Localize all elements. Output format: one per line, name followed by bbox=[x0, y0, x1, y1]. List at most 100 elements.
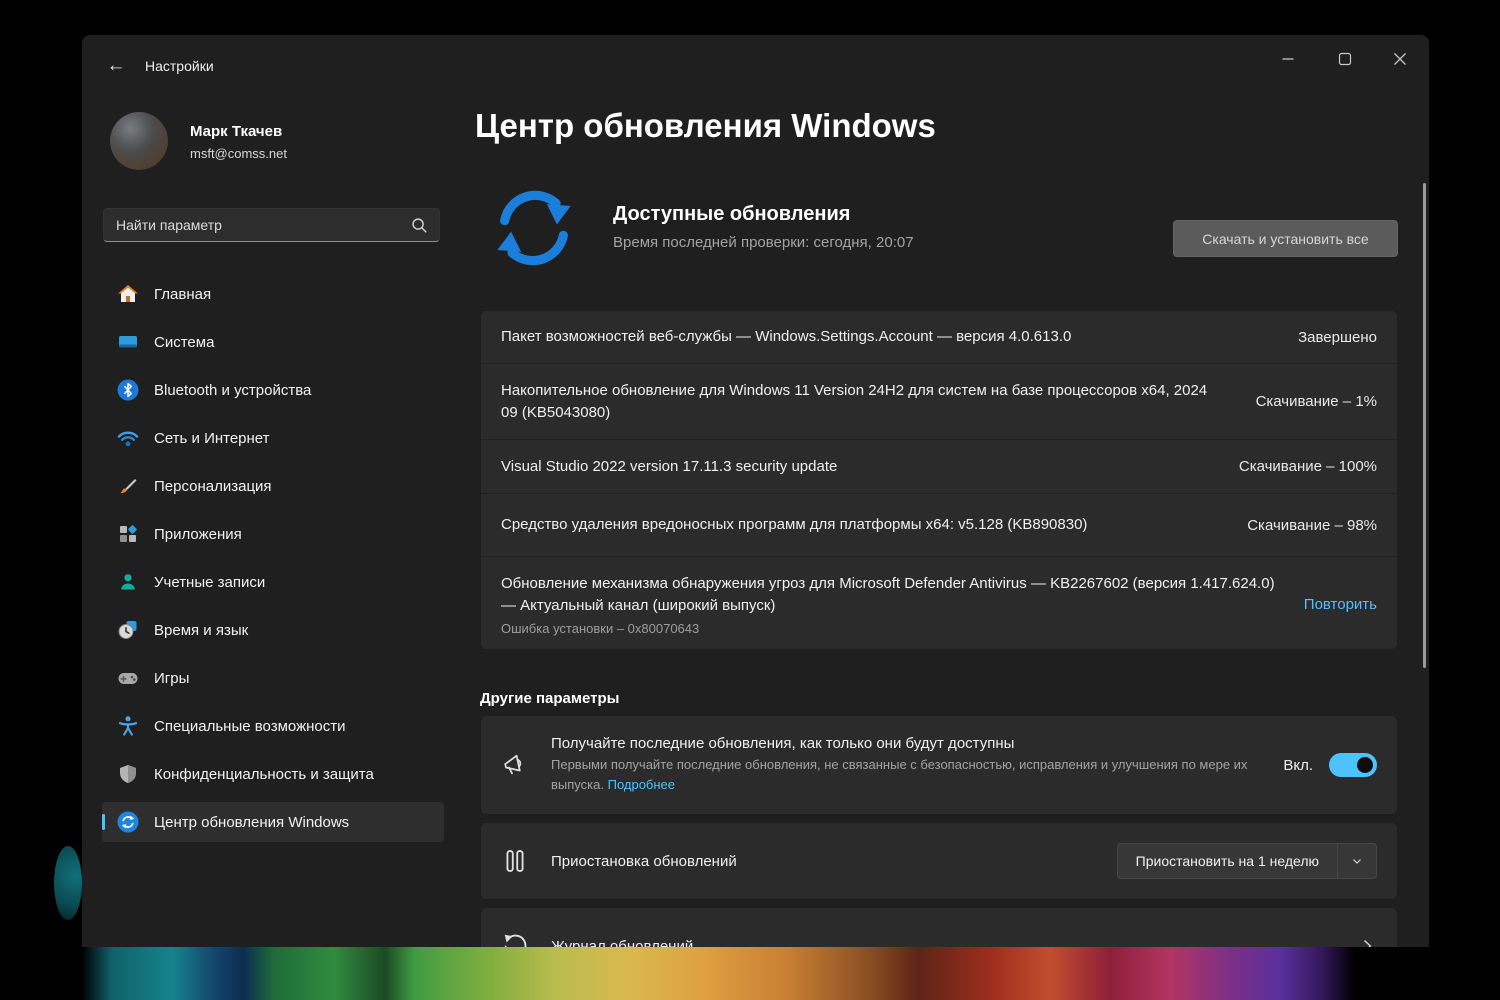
sidebar-item-label: Центр обновления Windows bbox=[154, 813, 350, 831]
updates-list: Пакет возможностей веб-службы — Windows.… bbox=[480, 310, 1398, 650]
sidebar-item-privacy[interactable]: Конфиденциальность и защита bbox=[102, 754, 444, 794]
pause-duration-label: Приостановить на 1 неделю bbox=[1135, 853, 1319, 869]
minimize-button[interactable] bbox=[1265, 41, 1311, 77]
chevron-down-icon bbox=[1353, 859, 1361, 864]
learn-more-link[interactable]: Подробнее bbox=[608, 777, 675, 792]
close-button[interactable] bbox=[1377, 41, 1423, 77]
back-button[interactable]: ← bbox=[100, 50, 132, 82]
update-row: Обновление механизма обнаружения угроз д… bbox=[481, 556, 1397, 649]
update-status: Завершено bbox=[1298, 328, 1377, 346]
minimize-icon bbox=[1282, 58, 1294, 60]
privacy-icon bbox=[120, 765, 136, 783]
update-row: Средство удаления вредоносных программ д… bbox=[481, 493, 1397, 556]
last-check-time: Время последней проверки: сегодня, 20:07 bbox=[613, 234, 914, 251]
page-title: Центр обновления Windows bbox=[475, 107, 936, 144]
toggle-knob bbox=[1357, 757, 1373, 773]
sidebar-item-windows-update[interactable]: Центр обновления Windows bbox=[102, 802, 444, 842]
update-history-row[interactable]: Журнал обновлений bbox=[480, 907, 1398, 947]
sidebar-item-home[interactable]: Главная bbox=[102, 274, 444, 314]
latest-updates-row: Получайте последние обновления, как толь… bbox=[480, 715, 1398, 815]
search-box bbox=[103, 208, 440, 242]
close-icon bbox=[1394, 53, 1406, 65]
sidebar-item-label: Конфиденциальность и защита bbox=[154, 765, 374, 783]
update-name: Средство удаления вредоносных программ д… bbox=[501, 516, 1088, 533]
maximize-icon bbox=[1338, 52, 1352, 66]
time-language-icon bbox=[118, 621, 137, 639]
system-icon bbox=[119, 336, 137, 348]
sidebar-item-bluetooth[interactable]: Bluetooth и устройства bbox=[102, 370, 444, 410]
apps-icon bbox=[120, 525, 137, 542]
gaming-icon bbox=[118, 673, 138, 684]
desktop: ← Настройки Марк Ткачев msft@comss.net Н… bbox=[0, 0, 1500, 1000]
search-icon bbox=[412, 218, 427, 233]
update-row: Visual Studio 2022 version 17.11.3 secur… bbox=[481, 439, 1397, 493]
maximize-button[interactable] bbox=[1322, 41, 1368, 77]
updates-available-title: Доступные обновления bbox=[613, 203, 851, 225]
update-name: Накопительное обновление для Windows 11 … bbox=[501, 381, 1208, 421]
accessibility-icon bbox=[118, 716, 138, 736]
retry-link[interactable]: Повторить bbox=[1304, 596, 1377, 613]
toggle-state-label: Вкл. bbox=[1283, 756, 1313, 774]
megaphone-icon bbox=[504, 754, 522, 775]
update-row: Пакет возможностей веб-службы — Windows.… bbox=[481, 311, 1397, 363]
sidebar-item-system[interactable]: Система bbox=[102, 322, 444, 362]
update-status: Скачивание – 1% bbox=[1255, 393, 1377, 410]
sidebar-item-gaming[interactable]: Игры bbox=[102, 658, 444, 698]
sidebar-item-label: Время и язык bbox=[154, 621, 249, 639]
update-error: Ошибка установки – 0x80070643 bbox=[501, 620, 700, 636]
pause-duration-button[interactable]: Приостановить на 1 неделю bbox=[1116, 843, 1377, 879]
pause-dropdown-segment[interactable] bbox=[1338, 854, 1376, 868]
latest-updates-text: Получайте последние обновления, как толь… bbox=[551, 735, 1256, 795]
update-name: Пакет возможностей веб-службы — Windows.… bbox=[501, 328, 1072, 345]
sidebar-item-label: Игры bbox=[154, 669, 190, 687]
latest-updates-description: Первыми получайте последние обновления, … bbox=[551, 757, 1248, 792]
sidebar-item-time-language[interactable]: Время и язык bbox=[102, 610, 444, 650]
user-name: Марк Ткачев bbox=[190, 123, 283, 140]
latest-updates-toggle[interactable] bbox=[1329, 753, 1377, 777]
pause-updates-row: Приостановка обновлений Приостановить на… bbox=[480, 822, 1398, 900]
chevron-right-icon bbox=[1363, 940, 1372, 947]
accounts-icon bbox=[121, 574, 135, 590]
sidebar-item-label: Bluetooth и устройства bbox=[154, 381, 312, 399]
home-icon bbox=[118, 285, 138, 302]
update-status: Скачивание – 100% bbox=[1238, 458, 1377, 475]
sidebar-item-accounts[interactable]: Учетные записи bbox=[102, 562, 444, 602]
desktop-wallpaper bbox=[82, 947, 1429, 1000]
update-info: Обновление механизма обнаружения угроз д… bbox=[501, 573, 1276, 636]
download-install-all-button[interactable]: Скачать и установить все bbox=[1173, 220, 1398, 257]
pause-icon bbox=[506, 850, 524, 872]
sidebar-item-accessibility[interactable]: Специальные возможности bbox=[102, 706, 444, 746]
sidebar-item-label: Главная bbox=[154, 285, 212, 303]
windows-update-icon bbox=[117, 811, 139, 833]
history-icon bbox=[504, 934, 527, 947]
update-name: Visual Studio 2022 version 17.11.3 secur… bbox=[501, 457, 838, 475]
wallpaper-sliver bbox=[54, 846, 82, 920]
sidebar-item-label: Учетные записи bbox=[154, 573, 266, 591]
sidebar-item-label: Специальные возможности bbox=[154, 717, 346, 735]
search-input[interactable] bbox=[104, 217, 409, 233]
pause-updates-title: Приостановка обновлений bbox=[551, 852, 737, 870]
update-name: Обновление механизма обнаружения угроз д… bbox=[501, 574, 1275, 614]
user-email: msft@comss.net bbox=[190, 146, 287, 161]
bluetooth-icon bbox=[117, 379, 139, 401]
scrollbar[interactable] bbox=[1423, 183, 1426, 668]
update-history-title: Журнал обновлений bbox=[551, 937, 694, 948]
latest-updates-title: Получайте последние обновления, как толь… bbox=[551, 735, 1015, 752]
sidebar-item-network[interactable]: Сеть и Интернет bbox=[102, 418, 444, 458]
network-icon bbox=[117, 431, 139, 447]
sidebar-item-personalization[interactable]: Персонализация bbox=[102, 466, 444, 506]
avatar bbox=[110, 112, 168, 170]
app-title: Настройки bbox=[145, 58, 214, 74]
sidebar-item-apps[interactable]: Приложения bbox=[102, 514, 444, 554]
update-row: Накопительное обновление для Windows 11 … bbox=[481, 363, 1397, 439]
sidebar-item-label: Сеть и Интернет bbox=[154, 429, 270, 447]
sidebar-item-label: Система bbox=[154, 333, 215, 351]
other-settings-heading: Другие параметры bbox=[480, 690, 620, 707]
sidebar-item-label: Персонализация bbox=[154, 477, 272, 495]
sidebar-nav: Главная Система Bluetooth и устройства С… bbox=[102, 274, 444, 842]
update-sync-icon bbox=[497, 190, 571, 266]
personalization-icon bbox=[120, 479, 137, 494]
settings-window: ← Настройки Марк Ткачев msft@comss.net Н… bbox=[82, 35, 1429, 947]
update-status: Скачивание – 98% bbox=[1247, 516, 1377, 534]
selected-accent-bar bbox=[102, 814, 105, 830]
